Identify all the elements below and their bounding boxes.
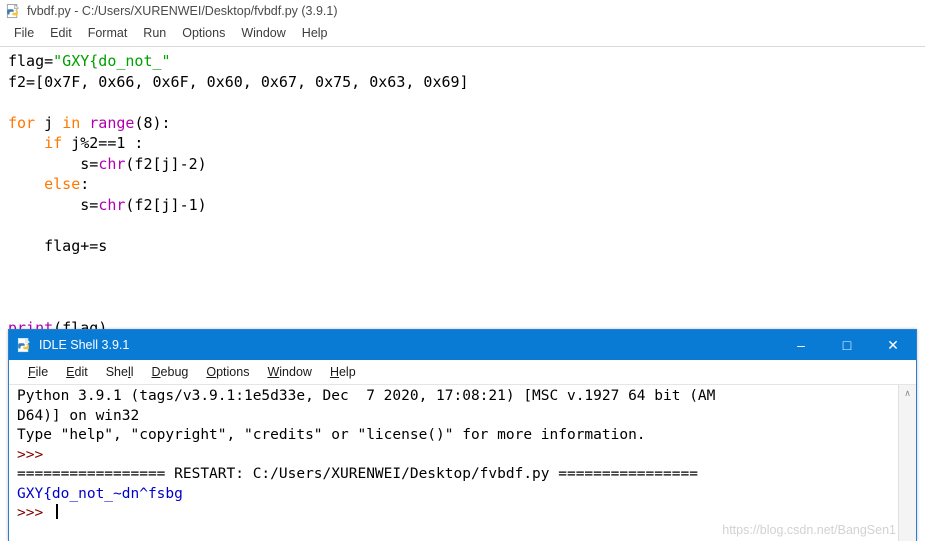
shell-menu-shell[interactable]: Shell [97, 364, 143, 380]
shell-token: GXY{do_not_~dn^fsbg [17, 485, 183, 502]
shell-line: >>> [17, 504, 916, 524]
code-token: chr [98, 195, 126, 214]
code-token: range [89, 113, 135, 132]
shell-line: Python 3.9.1 (tags/v3.9.1:1e5d33e, Dec 7… [17, 387, 916, 407]
shell-token: Type "help", "copyright", "credits" or "… [17, 427, 646, 443]
shell-token: D64)] on win32 [17, 407, 140, 424]
shell-token: >>> [17, 446, 44, 463]
minimize-icon[interactable]: – [778, 330, 824, 360]
code-line: s=chr(f2[j]-2) [8, 154, 925, 175]
code-line: flag+=s [8, 236, 925, 257]
shell-scrollbar[interactable]: ∧ [898, 385, 916, 541]
code-token: : [80, 175, 90, 193]
text-cursor [55, 504, 58, 519]
editor-menu-edit[interactable]: Edit [42, 25, 80, 41]
code-token: s= [8, 195, 99, 214]
code-line: else: [8, 174, 925, 195]
shell-output-region[interactable]: Python 3.9.1 (tags/v3.9.1:1e5d33e, Dec 7… [9, 385, 916, 541]
shell-menu-options[interactable]: Options [197, 364, 258, 380]
editor-menu-file[interactable]: File [6, 25, 42, 41]
code-token: in [62, 113, 81, 132]
shell-menubar: File Edit Shell Debug Options Window Help [9, 360, 916, 385]
editor-menu-format[interactable]: Format [80, 25, 136, 41]
editor-menu-options[interactable]: Options [174, 25, 233, 41]
code-token: j [35, 113, 63, 132]
code-line: s=chr(f2[j]-1) [8, 195, 925, 216]
code-token: "GXY{do_not_" [53, 52, 171, 70]
shell-line: GXY{do_not_~dn^fsbg [17, 485, 916, 505]
shell-output-text[interactable]: Python 3.9.1 (tags/v3.9.1:1e5d33e, Dec 7… [9, 385, 916, 524]
editor-title-text: fvbdf.py - C:/Users/XURENWEI/Desktop/fvb… [27, 4, 338, 18]
code-token: j%2==1 : [62, 134, 144, 152]
editor-menu-window[interactable]: Window [233, 25, 293, 41]
code-token: f2=[0x7F, 0x66, 0x6F, 0x60, 0x67, 0x75, … [8, 72, 469, 91]
shell-menu-window[interactable]: Window [258, 364, 320, 380]
shell-menu-edit[interactable]: Edit [57, 364, 97, 380]
python-file-icon [6, 3, 21, 19]
code-token: flag= [8, 52, 54, 70]
code-line: if j%2==1 : [8, 133, 925, 154]
shell-line: ================= RESTART: C:/Users/XURE… [17, 465, 916, 485]
editor-menu-help[interactable]: Help [294, 25, 336, 41]
shell-menu-file[interactable]: File [19, 364, 57, 380]
code-token: for [8, 113, 36, 132]
editor-code-area[interactable]: flag="GXY{do_not_" f2=[0x7F, 0x66, 0x6F, … [0, 47, 925, 338]
editor-titlebar: fvbdf.py - C:/Users/XURENWEI/Desktop/fvb… [0, 0, 925, 22]
editor-menu-run[interactable]: Run [135, 25, 174, 41]
shell-line: >>> [17, 446, 916, 466]
code-token: chr [98, 154, 126, 173]
code-token: (f2[j]-1) [125, 195, 207, 214]
code-token: else [44, 175, 81, 193]
shell-menu-debug[interactable]: Debug [143, 364, 198, 380]
watermark-text: https://blog.csdn.net/BangSen1 [722, 523, 896, 537]
shell-line: Type "help", "copyright", "credits" or "… [17, 426, 916, 446]
shell-line: D64)] on win32 [17, 407, 916, 427]
python-shell-icon [17, 337, 32, 353]
shell-title-text: IDLE Shell 3.9.1 [39, 338, 130, 352]
code-token: s= [8, 154, 99, 173]
shell-window-controls: – □ ✕ [778, 330, 916, 360]
code-token: flag+=s [8, 236, 108, 255]
editor-menubar: File Edit Format Run Options Window Help [0, 22, 925, 44]
code-token: (8): [134, 113, 171, 132]
code-line: f2=[0x7F, 0x66, 0x6F, 0x60, 0x67, 0x75, … [8, 72, 925, 93]
shell-token: ================= RESTART: C:/Users/XURE… [17, 466, 698, 482]
code-token: (f2[j]-2) [125, 154, 207, 173]
shell-token: >>> [17, 505, 52, 521]
close-icon[interactable]: ✕ [870, 330, 916, 360]
maximize-icon[interactable]: □ [824, 330, 870, 360]
shell-menu-help[interactable]: Help [321, 364, 365, 380]
shell-token: Python 3.9.1 (tags/v3.9.1:1e5d33e, Dec 7… [17, 388, 716, 404]
shell-titlebar[interactable]: IDLE Shell 3.9.1 – □ ✕ [9, 330, 916, 360]
code-token: if [44, 134, 63, 152]
code-line: for j in range(8): [8, 113, 925, 134]
idle-shell-window: IDLE Shell 3.9.1 – □ ✕ File Edit Shell Debu… [8, 329, 917, 541]
scroll-up-arrow-icon[interactable]: ∧ [899, 385, 916, 402]
code-line: flag="GXY{do_not_" [8, 51, 925, 72]
